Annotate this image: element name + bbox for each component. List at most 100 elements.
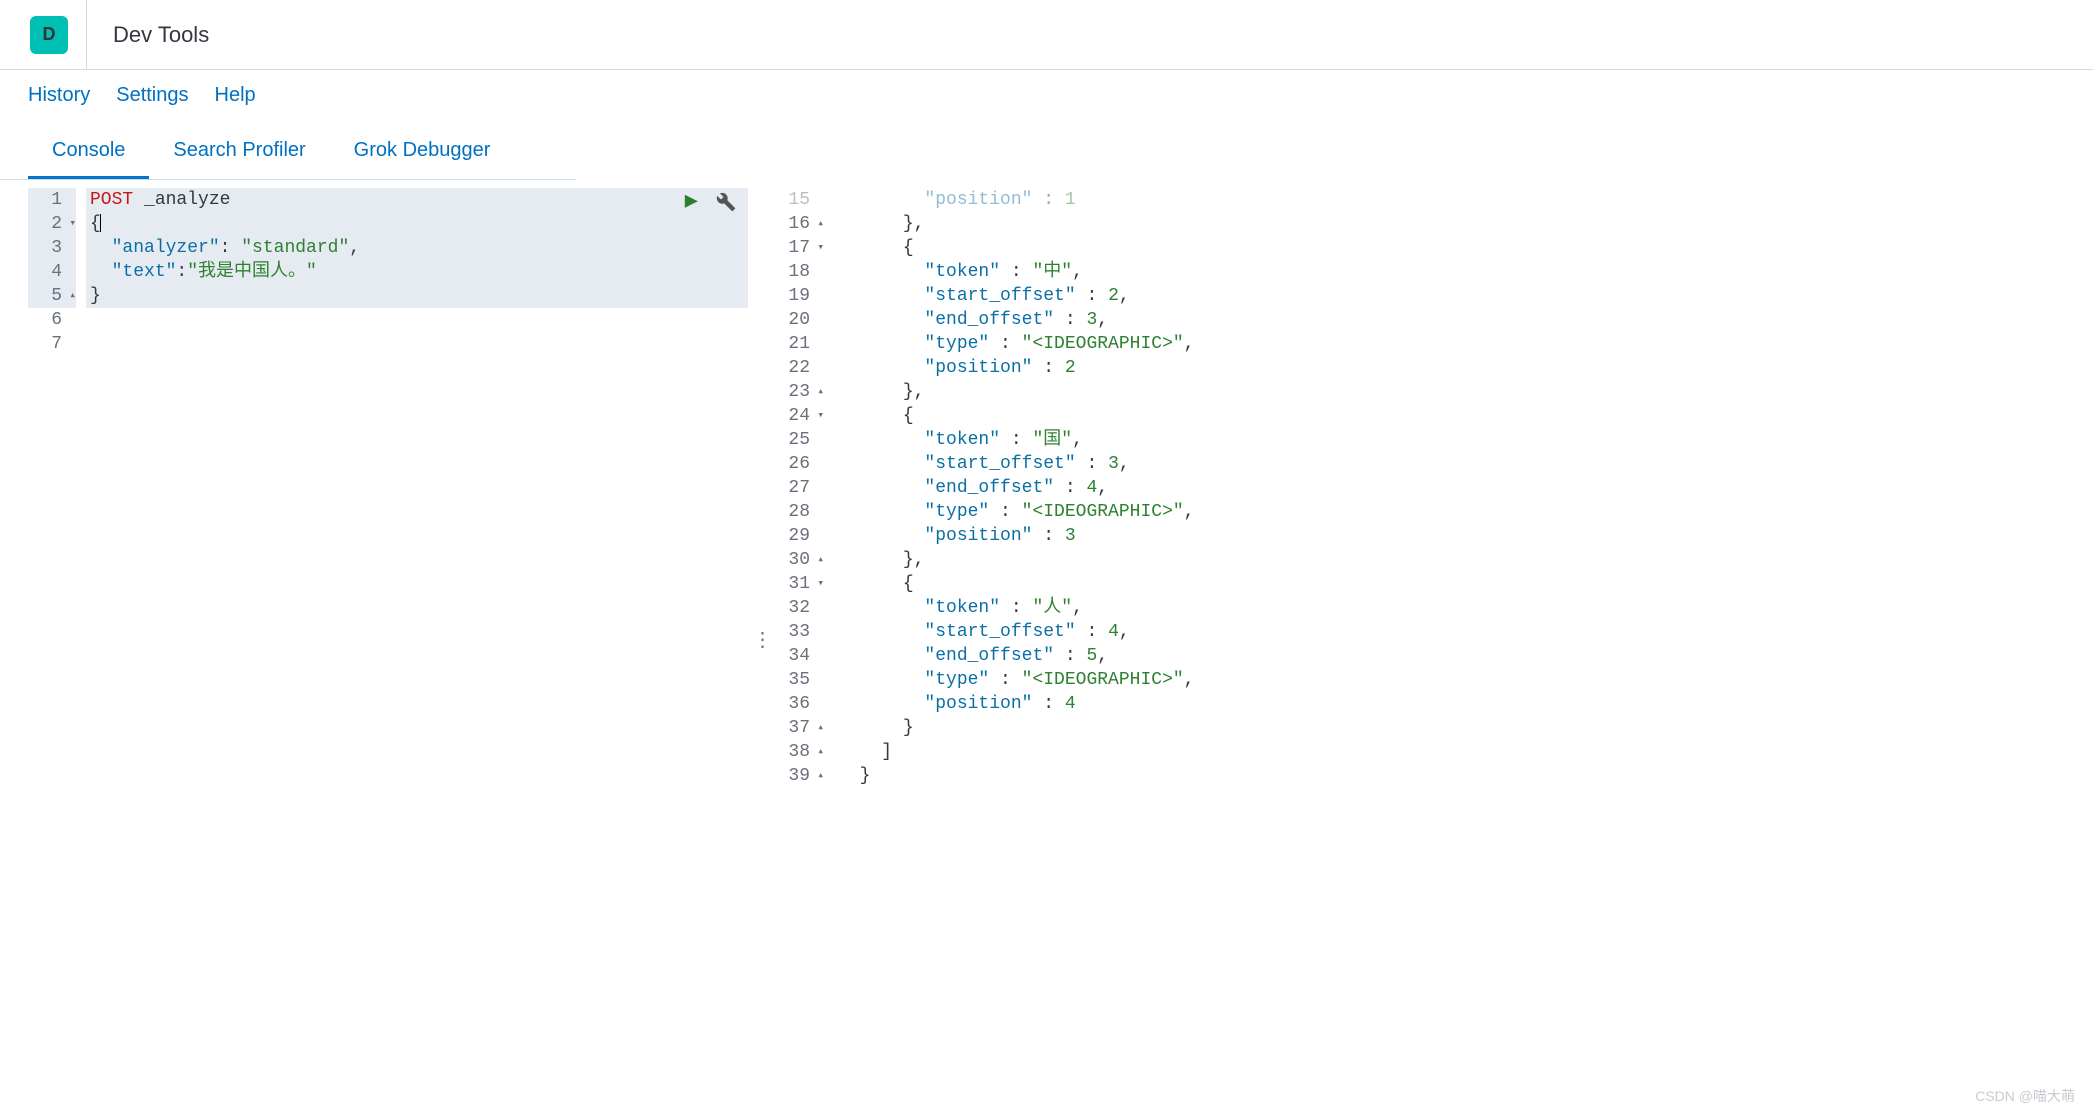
- menu-settings[interactable]: Settings: [116, 84, 188, 107]
- json-punc: :: [1054, 310, 1086, 330]
- json-key: "analyzer": [112, 238, 220, 258]
- json-key: "type": [924, 334, 989, 354]
- app-header: D Dev Tools: [0, 0, 2093, 70]
- json-key: "token": [924, 430, 1000, 450]
- json-colon: :: [176, 262, 187, 282]
- line-number: 26: [788, 452, 810, 476]
- line-number: 4: [51, 260, 62, 284]
- json-string: "<IDEOGRAPHIC>": [1022, 502, 1184, 522]
- fold-toggle-icon[interactable]: ▴: [814, 548, 824, 572]
- json-key: "end_offset": [924, 478, 1054, 498]
- json-punc: {: [903, 574, 914, 594]
- output-code-area[interactable]: "position" : 1 }, { "token" : "中", "star…: [834, 188, 2093, 1092]
- output-line: }: [834, 716, 2093, 740]
- json-number: 3: [1086, 310, 1097, 330]
- tab-bar: Console Search Profiler Grok Debugger: [28, 115, 576, 179]
- fold-toggle-icon[interactable]: ▾: [66, 212, 76, 236]
- json-punc: ,: [1184, 670, 1195, 690]
- json-number: 2: [1108, 286, 1119, 306]
- menu-history[interactable]: History: [28, 84, 90, 107]
- line-number: 37: [788, 716, 810, 740]
- wrench-icon[interactable]: [716, 192, 736, 212]
- fold-toggle-icon[interactable]: ▾: [814, 236, 824, 260]
- json-number: 1: [1065, 190, 1076, 210]
- line-number: 17: [788, 236, 810, 260]
- fold-toggle-icon[interactable]: ▴: [66, 284, 76, 308]
- tab-grok-debugger[interactable]: Grok Debugger: [330, 129, 515, 179]
- line-number: 7: [51, 332, 62, 356]
- fold-toggle-icon[interactable]: ▴: [814, 212, 824, 236]
- json-punc: },: [903, 550, 925, 570]
- output-line: "token" : "人",: [834, 596, 2093, 620]
- fold-toggle-icon[interactable]: ▴: [814, 764, 824, 788]
- line-number: 15: [788, 188, 810, 212]
- response-output[interactable]: 1516▴17▾181920212223▴24▾252627282930▴31▾…: [776, 188, 2093, 1092]
- json-punc: }: [860, 766, 871, 786]
- json-number: 5: [1086, 646, 1097, 666]
- json-punc: :: [1054, 646, 1086, 666]
- output-line: },: [834, 212, 2093, 236]
- json-punc: :: [1000, 262, 1032, 282]
- line-number: 35: [788, 668, 810, 692]
- output-line: }: [834, 764, 2093, 788]
- drag-handle-icon: ⋮: [753, 637, 772, 643]
- line-number: 1: [51, 188, 62, 212]
- json-punc: ,: [1072, 598, 1083, 618]
- json-number: 3: [1065, 526, 1076, 546]
- output-line: ]: [834, 740, 2093, 764]
- json-key: "end_offset": [924, 646, 1054, 666]
- json-key: "start_offset": [924, 286, 1075, 306]
- fold-toggle-icon[interactable]: ▴: [814, 380, 824, 404]
- line-number: 22: [788, 356, 810, 380]
- output-line: "end_offset" : 3,: [834, 308, 2093, 332]
- json-string: "人": [1032, 598, 1072, 618]
- line-number: 34: [788, 644, 810, 668]
- menu-help[interactable]: Help: [215, 84, 256, 107]
- tab-search-profiler[interactable]: Search Profiler: [149, 129, 329, 179]
- fold-toggle-icon[interactable]: ▴: [814, 716, 824, 740]
- json-key: "type": [924, 670, 989, 690]
- json-punc: :: [1032, 190, 1064, 210]
- editor-code-area[interactable]: POST _analyze { "analyzer": "standard", …: [86, 188, 748, 1092]
- line-number: 3: [51, 236, 62, 260]
- output-line: "type" : "<IDEOGRAPHIC>",: [834, 332, 2093, 356]
- json-punc: ,: [1072, 430, 1083, 450]
- json-number: 4: [1065, 694, 1076, 714]
- json-comma: ,: [349, 238, 360, 258]
- line-number: 24: [788, 404, 810, 428]
- tab-console[interactable]: Console: [28, 129, 149, 179]
- json-key: "token": [924, 598, 1000, 618]
- json-punc: :: [989, 670, 1021, 690]
- request-method: POST: [90, 190, 133, 210]
- output-line: {: [834, 404, 2093, 428]
- app-title: Dev Tools: [113, 22, 209, 48]
- json-number: 3: [1108, 454, 1119, 474]
- fold-toggle-icon[interactable]: ▴: [814, 740, 824, 764]
- line-number: 28: [788, 500, 810, 524]
- line-number: 21: [788, 332, 810, 356]
- play-icon[interactable]: ▶: [685, 190, 698, 214]
- text-cursor-icon: [100, 214, 101, 232]
- line-number: 27: [788, 476, 810, 500]
- json-punc: {: [903, 238, 914, 258]
- json-punc: ,: [1119, 622, 1130, 642]
- line-number: 33: [788, 620, 810, 644]
- json-number: 2: [1065, 358, 1076, 378]
- line-number: 6: [51, 308, 62, 332]
- json-punc: :: [1076, 454, 1108, 474]
- fold-toggle-icon[interactable]: ▾: [814, 404, 824, 428]
- json-value: "我是中国人。": [187, 262, 317, 282]
- json-key: "position": [924, 694, 1032, 714]
- json-punc: },: [903, 382, 925, 402]
- line-number: 16: [788, 212, 810, 236]
- output-line: "type" : "<IDEOGRAPHIC>",: [834, 668, 2093, 692]
- fold-toggle-icon[interactable]: ▾: [814, 572, 824, 596]
- output-line: "end_offset" : 4,: [834, 476, 2093, 500]
- line-number: 5: [51, 284, 62, 308]
- watermark: CSDN @喵大萌: [1975, 1086, 2075, 1106]
- request-editor[interactable]: 1 2▾ 3 4 5▴ 6 7 POST _analyze { "analyze…: [28, 188, 748, 1092]
- pane-splitter[interactable]: ⋮: [748, 188, 776, 1092]
- json-punc: ,: [1184, 502, 1195, 522]
- json-string: "<IDEOGRAPHIC>": [1022, 334, 1184, 354]
- json-punc: :: [1000, 430, 1032, 450]
